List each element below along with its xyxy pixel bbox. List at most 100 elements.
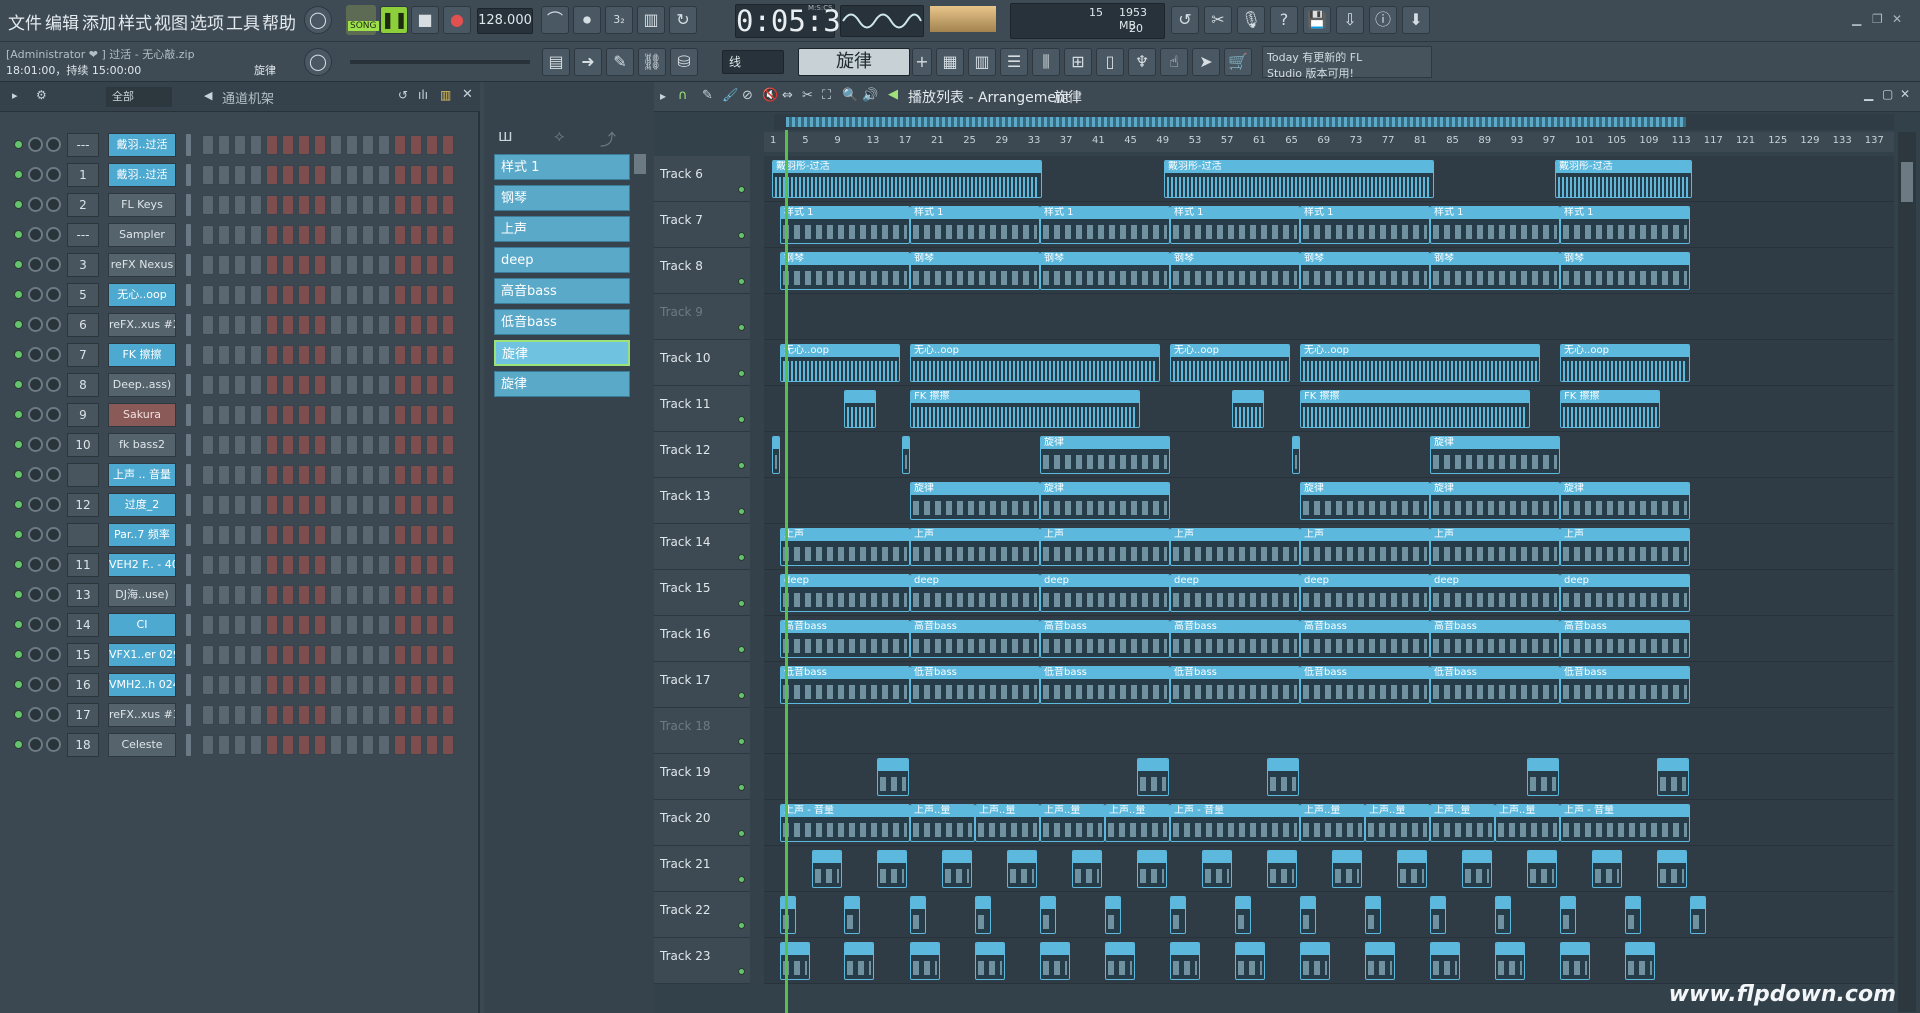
undo-icon[interactable]: ↺ [1171, 6, 1199, 34]
rack-close-icon[interactable]: ✕ [462, 87, 473, 102]
step-button[interactable] [394, 375, 406, 395]
current-pattern-select[interactable]: 旋律 [798, 48, 910, 76]
wait-input-icon[interactable]: ⏺ [573, 6, 601, 34]
step-button[interactable] [234, 255, 246, 275]
step-button[interactable] [394, 405, 406, 425]
playlist-clip[interactable]: 高音bass [1040, 620, 1170, 658]
track-mute-led[interactable] [738, 324, 745, 331]
step-button[interactable] [282, 255, 294, 275]
microphone-icon[interactable]: 🎙 [1237, 6, 1265, 34]
menu-add[interactable]: 添加 [82, 9, 116, 34]
rack-menu-icon[interactable]: ▸ [12, 89, 18, 102]
step-button[interactable] [362, 375, 374, 395]
channel-mute-led[interactable] [14, 350, 23, 359]
step-button[interactable] [346, 375, 358, 395]
step-button[interactable] [298, 585, 310, 605]
step-button[interactable] [410, 555, 422, 575]
step-button[interactable] [298, 165, 310, 185]
step-button[interactable] [410, 495, 422, 515]
playlist-clip[interactable] [902, 436, 910, 474]
step-button[interactable] [378, 345, 390, 365]
step-button[interactable] [298, 345, 310, 365]
link-icon[interactable]: ⛓ [638, 48, 666, 76]
step-button[interactable] [234, 195, 246, 215]
step-button[interactable] [202, 435, 214, 455]
step-button[interactable] [282, 225, 294, 245]
track-mute-led[interactable] [738, 830, 745, 837]
step-button[interactable] [346, 255, 358, 275]
channel-row[interactable]: 2 FL Keys [0, 190, 480, 220]
channel-row[interactable]: --- 戴羽..过活 [0, 130, 480, 160]
channel-row[interactable]: 15 VFX1..er 029 [0, 640, 480, 670]
playlist-clip[interactable]: deep [1430, 574, 1560, 612]
playlist-clip[interactable] [1202, 850, 1232, 888]
channel-row[interactable]: 11 VEH2 F.. - 40 [0, 550, 480, 580]
playlist-clip[interactable] [975, 896, 991, 934]
playlist-clip[interactable]: 上声 [1170, 528, 1300, 566]
step-button[interactable] [394, 585, 406, 605]
step-button[interactable] [314, 135, 326, 155]
channel-pan-knob[interactable] [28, 467, 43, 482]
step-button[interactable] [250, 345, 262, 365]
step-button[interactable] [330, 285, 342, 305]
step-button[interactable] [442, 615, 454, 635]
step-button[interactable] [314, 285, 326, 305]
playlist-clip[interactable]: 样式 1 [910, 206, 1040, 244]
step-button[interactable] [250, 195, 262, 215]
playlist-clip[interactable]: 旋律 [1560, 482, 1690, 520]
pattern-item[interactable]: 旋律 [494, 340, 630, 366]
channel-mixer-track[interactable]: 2 [67, 193, 99, 217]
step-button[interactable] [202, 585, 214, 605]
playlist-clip[interactable] [1365, 896, 1381, 934]
step-button[interactable] [266, 465, 278, 485]
step-button[interactable] [298, 465, 310, 485]
step-button[interactable] [346, 345, 358, 365]
step-button[interactable] [202, 405, 214, 425]
playlist-clip[interactable] [1397, 850, 1427, 888]
step-button[interactable] [394, 555, 406, 575]
channel-pan-knob[interactable] [28, 527, 43, 542]
channel-select[interactable] [186, 254, 191, 276]
step-button[interactable] [218, 225, 230, 245]
step-button[interactable] [378, 465, 390, 485]
step-button[interactable] [378, 645, 390, 665]
step-button[interactable] [314, 405, 326, 425]
step-button[interactable] [410, 525, 422, 545]
step-button[interactable] [234, 585, 246, 605]
channel-name-button[interactable]: VEH2 F.. - 40 [108, 553, 176, 577]
step-button[interactable] [218, 615, 230, 635]
channel-row[interactable]: 17 reFX..xus #3 [0, 700, 480, 730]
pause-button[interactable]: ❚❚ [380, 6, 408, 34]
step-button[interactable] [378, 255, 390, 275]
channel-volume-knob[interactable] [46, 197, 61, 212]
step-button[interactable] [362, 705, 374, 725]
pencil-icon[interactable]: ✎ [606, 48, 634, 76]
channel-mixer-track[interactable]: 17 [67, 703, 99, 727]
channel-mixer-track[interactable] [67, 463, 99, 487]
channel-pan-knob[interactable] [28, 707, 43, 722]
step-button[interactable] [314, 315, 326, 335]
step-button[interactable] [202, 525, 214, 545]
step-button[interactable] [330, 735, 342, 755]
step-button[interactable] [362, 495, 374, 515]
step-button[interactable] [250, 135, 262, 155]
playlist-clip[interactable]: 上声 [780, 528, 910, 566]
track-label[interactable]: Track 13 [654, 478, 750, 524]
step-button[interactable] [314, 465, 326, 485]
channel-select[interactable] [186, 524, 191, 546]
pat-song-switch[interactable]: SONG [346, 5, 379, 35]
channel-mixer-track[interactable]: 15 [67, 643, 99, 667]
step-button[interactable] [394, 315, 406, 335]
step-button[interactable] [410, 315, 422, 335]
track-lane[interactable] [764, 938, 1894, 984]
playlist-clip[interactable]: deep [1300, 574, 1430, 612]
step-button[interactable] [218, 285, 230, 305]
menu-tools[interactable]: 工具 [226, 9, 260, 34]
channel-mute-led[interactable] [14, 650, 23, 659]
playlist-clip[interactable]: FK 擦擦 [910, 390, 1140, 428]
step-button[interactable] [362, 405, 374, 425]
track-label[interactable]: Track 22 [654, 892, 750, 938]
step-button[interactable] [442, 165, 454, 185]
mixer-icon[interactable]: ⫼ [1032, 48, 1060, 76]
step-grid-icon[interactable]: ▥ [440, 88, 451, 102]
